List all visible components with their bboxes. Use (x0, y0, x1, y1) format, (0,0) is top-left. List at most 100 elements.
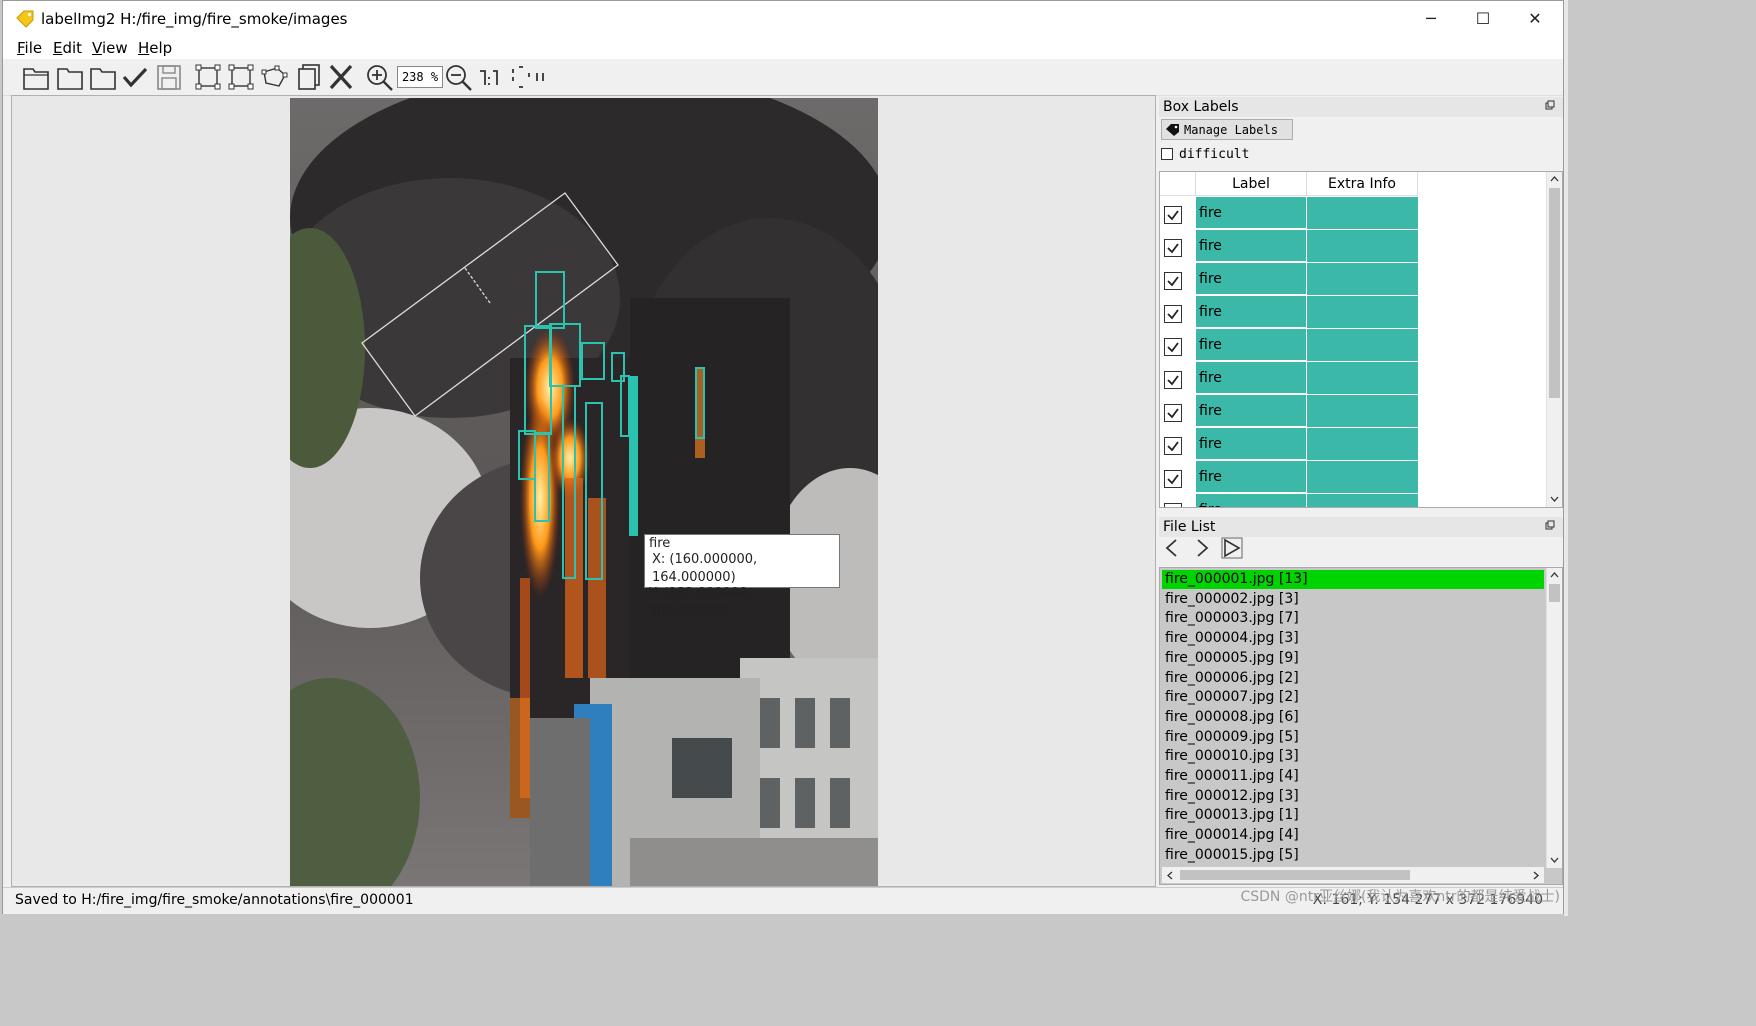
files-hscroll-thumb[interactable] (1180, 870, 1410, 880)
next-image-icon[interactable] (1191, 537, 1213, 559)
extra-info-cell[interactable] (1307, 263, 1418, 296)
float-dock-icon[interactable] (1545, 100, 1555, 110)
play-icon[interactable] (1221, 537, 1243, 559)
menu-help[interactable]: Help (138, 39, 172, 57)
close-window-button[interactable]: ✕ (1509, 1, 1561, 35)
label-cell[interactable]: fire (1196, 230, 1306, 262)
label-cell[interactable]: fire (1196, 428, 1306, 460)
scale-icon[interactable] (533, 63, 563, 91)
file-list-item[interactable]: fire_000001.jpg [13] (1162, 570, 1544, 589)
file-list-item[interactable]: fire_000002.jpg [3] (1162, 590, 1544, 609)
labels-scroll-thumb[interactable] (1549, 188, 1560, 398)
scroll-up-icon[interactable] (1550, 175, 1559, 182)
save-icon[interactable] (154, 63, 184, 91)
image-canvas[interactable]: fire X: (160.000000, 164.000000) Y: (132… (11, 95, 1156, 887)
difficult-checkbox[interactable]: difficult (1161, 147, 1249, 162)
files-scroll-thumb[interactable] (1549, 584, 1560, 602)
label-cell[interactable]: fire (1196, 362, 1306, 394)
label-visible-checkbox[interactable] (1164, 404, 1182, 422)
file-list-item[interactable]: fire_000009.jpg [5] (1162, 728, 1544, 747)
extra-info-cell[interactable] (1307, 230, 1418, 263)
column-header-label[interactable]: Label (1196, 172, 1307, 196)
delete-icon[interactable] (326, 63, 356, 91)
column-header-extra-info[interactable]: Extra Info (1307, 172, 1418, 196)
scroll-left-icon[interactable] (1166, 871, 1173, 880)
create-rotated-box-icon[interactable] (226, 63, 256, 91)
zoom-value-field[interactable]: 238 % (397, 66, 443, 88)
scroll-right-icon[interactable] (1533, 871, 1540, 880)
open-dir-icon[interactable] (55, 63, 85, 91)
label-cell[interactable]: fire (1196, 197, 1306, 229)
label-row[interactable]: fire (1160, 230, 1520, 263)
label-cell[interactable]: fire (1196, 395, 1306, 427)
prev-image-icon[interactable] (1161, 537, 1183, 559)
file-list-item[interactable]: fire_000008.jpg [6] (1162, 708, 1544, 727)
extra-info-cell[interactable] (1307, 428, 1418, 461)
extra-info-cell[interactable] (1307, 461, 1418, 494)
minimize-button[interactable]: ─ (1405, 1, 1457, 35)
create-polygon-icon[interactable] (259, 63, 289, 91)
create-box-icon[interactable] (193, 63, 223, 91)
menu-file[interactable]: File (17, 39, 42, 57)
file-list-item[interactable]: fire_000012.jpg [3] (1162, 787, 1544, 806)
extra-info-cell[interactable] (1307, 494, 1418, 507)
label-visible-checkbox[interactable] (1164, 503, 1182, 507)
duplicate-icon[interactable] (294, 63, 324, 91)
label-row[interactable]: fire (1160, 263, 1520, 296)
extra-info-cell[interactable] (1307, 296, 1418, 329)
file-list-item[interactable]: fire_000010.jpg [3] (1162, 747, 1544, 766)
open-file-icon[interactable] (21, 63, 51, 91)
label-row[interactable]: fire (1160, 395, 1520, 428)
scroll-down-icon[interactable] (1550, 857, 1559, 864)
label-cell[interactable]: fire (1196, 296, 1306, 328)
file-list-item[interactable]: fire_000004.jpg [3] (1162, 629, 1544, 648)
label-cell[interactable]: fire (1196, 263, 1306, 295)
label-cell[interactable]: fire (1196, 329, 1306, 361)
file-list-item[interactable]: fire_000015.jpg [5] (1162, 846, 1544, 865)
fit-window-icon[interactable] (477, 63, 507, 91)
label-row[interactable]: fire (1160, 197, 1520, 230)
label-visible-checkbox[interactable] (1164, 371, 1182, 389)
label-visible-checkbox[interactable] (1164, 305, 1182, 323)
manage-labels-button[interactable]: Manage Labels (1161, 119, 1293, 140)
label-visible-checkbox[interactable] (1164, 206, 1182, 224)
label-row[interactable]: fire (1160, 329, 1520, 362)
file-list-item[interactable]: fire_000013.jpg [1] (1162, 806, 1544, 825)
file-list-item[interactable]: fire_000014.jpg [4] (1162, 826, 1544, 845)
extra-info-cell[interactable] (1307, 362, 1418, 395)
label-visible-checkbox[interactable] (1164, 272, 1182, 290)
label-row[interactable]: fire (1160, 461, 1520, 494)
file-list-item[interactable]: fire_000011.jpg [4] (1162, 767, 1544, 786)
scroll-up-icon[interactable] (1550, 571, 1559, 578)
label-row[interactable]: fire (1160, 494, 1520, 507)
verify-icon[interactable] (120, 63, 150, 91)
file-list-item[interactable]: fire_000007.jpg [2] (1162, 688, 1544, 707)
label-row[interactable]: fire (1160, 296, 1520, 329)
files-scrollbar[interactable] (1546, 568, 1562, 868)
extra-info-cell[interactable] (1307, 395, 1418, 428)
label-visible-checkbox[interactable] (1164, 239, 1182, 257)
label-visible-checkbox[interactable] (1164, 470, 1182, 488)
extra-info-cell[interactable] (1307, 329, 1418, 362)
change-save-dir-icon[interactable] (88, 63, 118, 91)
file-list-item[interactable]: fire_000003.jpg [7] (1162, 609, 1544, 628)
extra-info-cell[interactable] (1307, 197, 1418, 230)
menu-edit[interactable]: Edit (53, 39, 82, 57)
labels-scrollbar[interactable] (1546, 172, 1562, 507)
label-row[interactable]: fire (1160, 362, 1520, 395)
label-cell[interactable]: fire (1196, 494, 1306, 507)
label-visible-checkbox[interactable] (1164, 437, 1182, 455)
files-hscrollbar[interactable] (1162, 867, 1544, 883)
difficult-checkbox-box[interactable] (1161, 148, 1173, 160)
scroll-down-icon[interactable] (1550, 496, 1559, 503)
zoom-in-icon[interactable] (365, 63, 395, 91)
file-list-item[interactable]: fire_000006.jpg [2] (1162, 669, 1544, 688)
file-list-item[interactable]: fire_000005.jpg [9] (1162, 649, 1544, 668)
label-row[interactable]: fire (1160, 428, 1520, 461)
label-cell[interactable]: fire (1196, 461, 1306, 493)
maximize-button[interactable]: ☐ (1457, 1, 1509, 35)
float-dock-icon[interactable] (1545, 520, 1555, 530)
zoom-out-icon[interactable] (444, 63, 474, 91)
label-visible-checkbox[interactable] (1164, 338, 1182, 356)
menu-view[interactable]: View (92, 39, 128, 57)
